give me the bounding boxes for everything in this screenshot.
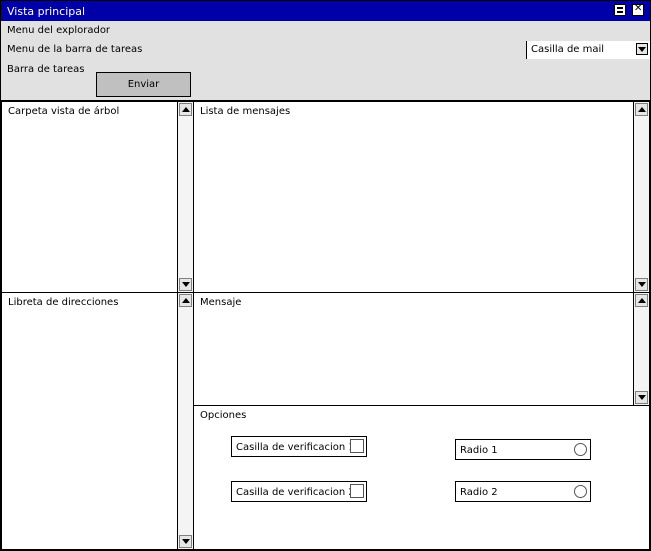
options-pane: Opciones Casilla de verificacion 1 Casil… xyxy=(193,405,650,550)
scroll-down-button[interactable] xyxy=(179,278,192,291)
message-pane[interactable]: Mensaje xyxy=(193,292,650,406)
arrow-down-icon xyxy=(638,282,646,287)
scroll-up-button[interactable] xyxy=(635,103,648,116)
options-label: Opciones xyxy=(200,410,247,421)
arrow-down-icon xyxy=(182,539,190,544)
scroll-up-button[interactable] xyxy=(179,294,192,307)
checkbox-1[interactable]: Casilla de verificacion 1 xyxy=(231,436,367,457)
address-book-scrollbar[interactable] xyxy=(177,293,193,549)
taskbar-menu-bar[interactable]: Menu de la barra de tareas Casilla de ma… xyxy=(1,41,650,61)
arrow-up-icon xyxy=(638,107,646,112)
scroll-down-button[interactable] xyxy=(635,391,648,404)
message-list-label: Lista de mensajes xyxy=(200,106,291,117)
folder-tree-pane[interactable]: Carpeta vista de árbol xyxy=(1,101,194,293)
explorer-menu-label: Menu del explorador xyxy=(7,25,111,36)
maximize-icon xyxy=(617,7,623,13)
dropdown-arrow-button[interactable] xyxy=(636,43,648,55)
arrow-down-icon xyxy=(638,395,646,400)
explorer-menu-bar[interactable]: Menu del explorador xyxy=(1,21,650,42)
message-label: Mensaje xyxy=(200,297,242,308)
radio-1[interactable]: Radio 1 xyxy=(455,439,591,460)
scroll-up-button[interactable] xyxy=(179,103,192,116)
checkbox-2[interactable]: Casilla de verificacion 2 xyxy=(231,481,367,502)
toolbar-label: Barra de tareas xyxy=(7,64,85,75)
radio-2-label: Radio 2 xyxy=(460,487,498,498)
arrow-up-icon xyxy=(182,107,190,112)
main-window: Vista principal ✕ Menu del explorador Me… xyxy=(0,0,651,551)
close-button[interactable]: ✕ xyxy=(632,3,644,16)
maximize-button[interactable] xyxy=(614,4,626,16)
taskbar-menu-label: Menu de la barra de tareas xyxy=(7,44,143,55)
radio-1-label: Radio 1 xyxy=(460,445,498,456)
address-book-pane[interactable]: Libreta de direcciones xyxy=(1,292,194,550)
checkbox-1-box[interactable] xyxy=(350,439,364,453)
radio-2-button[interactable] xyxy=(574,485,587,498)
address-book-label: Libreta de direcciones xyxy=(8,297,119,308)
arrow-down-icon xyxy=(182,282,190,287)
radio-1-button[interactable] xyxy=(574,443,587,456)
checkbox-1-label: Casilla de verificacion 1 xyxy=(236,442,355,453)
arrow-up-icon xyxy=(638,298,646,303)
checkbox-2-box[interactable] xyxy=(350,484,364,498)
window-title: Vista principal xyxy=(7,5,86,18)
mailbox-select[interactable]: Casilla de mail xyxy=(526,41,650,59)
mailbox-select-value: Casilla de mail xyxy=(531,44,605,55)
send-button[interactable]: Enviar xyxy=(96,72,191,97)
scroll-down-button[interactable] xyxy=(635,278,648,291)
radio-2[interactable]: Radio 2 xyxy=(455,481,591,502)
message-scrollbar[interactable] xyxy=(633,293,649,405)
chevron-down-icon xyxy=(638,47,646,52)
checkbox-2-label: Casilla de verificacion 2 xyxy=(236,487,355,498)
scroll-up-button[interactable] xyxy=(635,294,648,307)
message-list-pane[interactable]: Lista de mensajes xyxy=(193,101,650,293)
title-bar: Vista principal ✕ xyxy=(1,1,650,21)
message-list-scrollbar[interactable] xyxy=(633,102,649,292)
folder-tree-label: Carpeta vista de árbol xyxy=(8,106,120,117)
scroll-down-button[interactable] xyxy=(179,535,192,548)
arrow-up-icon xyxy=(182,298,190,303)
close-icon: ✕ xyxy=(634,3,643,14)
folder-tree-scrollbar[interactable] xyxy=(177,102,193,292)
